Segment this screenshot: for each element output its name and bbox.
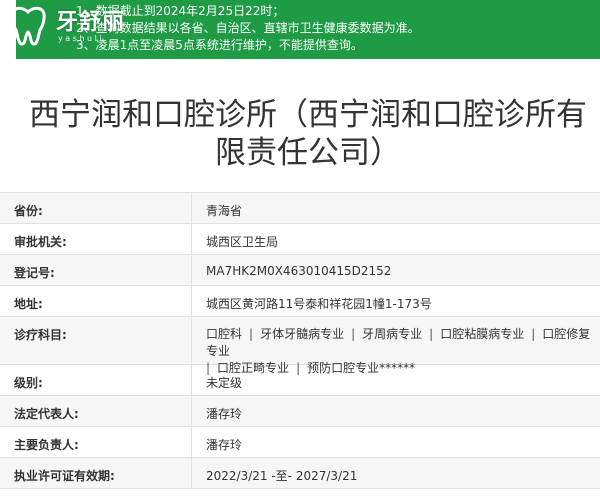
table-row: 地址: 城西区黄河路11号泰和祥花园1幢1-173号 [0, 286, 600, 317]
tooth-logo-icon [10, 6, 46, 46]
logo-subtitle: y a s h u l i [58, 34, 102, 43]
row-value: 未定级 [206, 376, 243, 390]
table-row: 诊疗科目: 口腔科 | 牙体牙髓病专业 | 牙周病专业 | 口腔粘膜病专业 | 口腔修复专业 |… [0, 317, 600, 375]
row-label: 地址: [0, 286, 192, 316]
row-value: 潘存玲 [206, 407, 243, 421]
department-item: 牙周病专业 [362, 327, 423, 341]
page-title: 西宁润和口腔诊所（西宁润和口腔诊所有限责任公司） [29, 97, 587, 171]
row-value: 青海省 [206, 204, 243, 218]
table-row: 省份: 青海省 [0, 193, 600, 224]
clinic-info-table: 省份: 青海省 审批机关: 城西区卫生局 登记号: MA7HK2M0X46301… [0, 192, 600, 489]
row-value: 城西区卫生局 [206, 235, 279, 249]
notice-line-2: 2、查询数据结果以各省、自治区、直辖市卫生健康委数据为准。 [76, 21, 420, 35]
notice-line-1: 1、数据截止到2024年2月25日22时； [76, 4, 285, 18]
table-row: 审批机关: 城西区卫生局 [0, 224, 600, 255]
table-row: 登记号: MA7HK2M0X463010415D2152 [0, 255, 600, 286]
row-label: 登记号: [0, 255, 192, 285]
row-label: 主要负责人: [0, 427, 192, 457]
department-item: 口腔粘膜病专业 [440, 327, 525, 341]
table-row: 主要负责人: 潘存玲 [0, 427, 600, 458]
row-value: 城西区黄河路11号泰和祥花园1幢1-173号 [206, 297, 432, 311]
row-label: 执业许可证有效期: [0, 458, 192, 488]
row-value: 2022/3/21 -至- 2027/3/21 [206, 469, 358, 483]
table-row: 法定代表人: 潘存玲 [0, 396, 600, 427]
row-value: MA7HK2M0X463010415D2152 [206, 264, 392, 278]
logo-name: 牙舒丽 [56, 9, 126, 35]
row-label: 审批机关: [0, 224, 192, 254]
row-value: 潘存玲 [206, 438, 243, 452]
site-logo[interactable]: 牙舒丽 y a s h u l i [0, 0, 140, 56]
row-label: 法定代表人: [0, 396, 192, 426]
departments-list: 口腔科 | 牙体牙髓病专业 | 牙周病专业 | 口腔粘膜病专业 | 口腔修复专业 | 口腔正畸专业… [206, 327, 591, 375]
row-label: 省份: [0, 193, 192, 223]
department-item: 牙体牙髓病专业 [260, 327, 345, 341]
table-row: 执业许可证有效期: 2022/3/21 -至- 2027/3/21 [0, 458, 600, 489]
row-label: 级别: [0, 365, 192, 395]
department-item: 口腔科 [206, 327, 243, 341]
notice-line-3: 3、凌晨1点至凌晨5点系统进行维护，不能提供查询。 [76, 38, 363, 52]
table-row: 级别: 未定级 [0, 365, 600, 396]
row-label: 诊疗科目: [0, 317, 192, 364]
